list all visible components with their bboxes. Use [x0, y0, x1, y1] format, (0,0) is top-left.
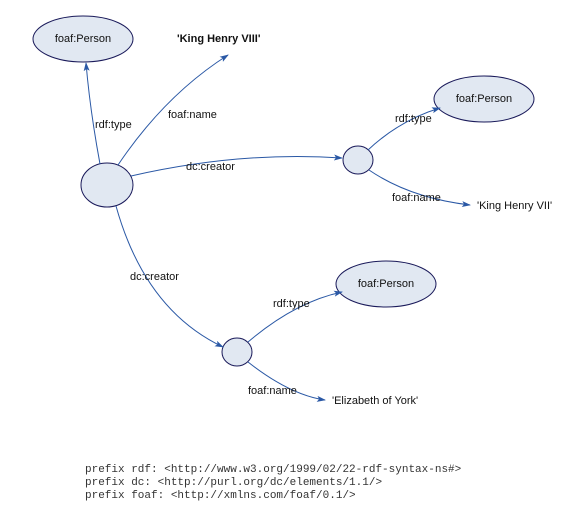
node-person-1-label: foaf:Person: [55, 33, 111, 45]
blank-node-root: [81, 163, 133, 207]
edge-rdf-type-2-label: rdf:type: [395, 113, 432, 125]
edge-foaf-name-2-label: foaf:name: [392, 192, 441, 204]
prefix-rdf: prefix rdf: <http://www.w3.org/1999/02/2…: [85, 464, 461, 476]
edge-foaf-name-1-label: foaf:name: [168, 109, 217, 121]
rdf-graph-diagram: foaf:Person foaf:Person foaf:Person rdf:…: [0, 0, 577, 514]
edge-rdf-type-1-label: rdf:type: [95, 119, 132, 131]
literal-henry7: 'King Henry VII': [477, 200, 552, 212]
prefix-dc: prefix dc: <http://purl.org/dc/elements/…: [85, 477, 382, 489]
edge-foaf-name-3-label: foaf:name: [248, 385, 297, 397]
edge-dc-creator-1-label: dc:creator: [186, 161, 235, 173]
edge-rdf-type-3-label: rdf:type: [273, 298, 310, 310]
blank-node-creator-2: [222, 338, 252, 366]
prefix-foaf: prefix foaf: <http://xmlns.com/foaf/0.1/…: [85, 490, 356, 502]
literal-elizabeth: 'Elizabeth of York': [332, 395, 418, 407]
node-person-2-label: foaf:Person: [456, 93, 512, 105]
edge-dc-creator-1: [131, 156, 342, 176]
edge-dc-creator-2-label: dc:creator: [130, 271, 179, 283]
literal-henry8: 'King Henry VIII': [177, 33, 261, 45]
node-person-3-label: foaf:Person: [358, 278, 414, 290]
edge-rdf-type-1: [86, 63, 100, 164]
